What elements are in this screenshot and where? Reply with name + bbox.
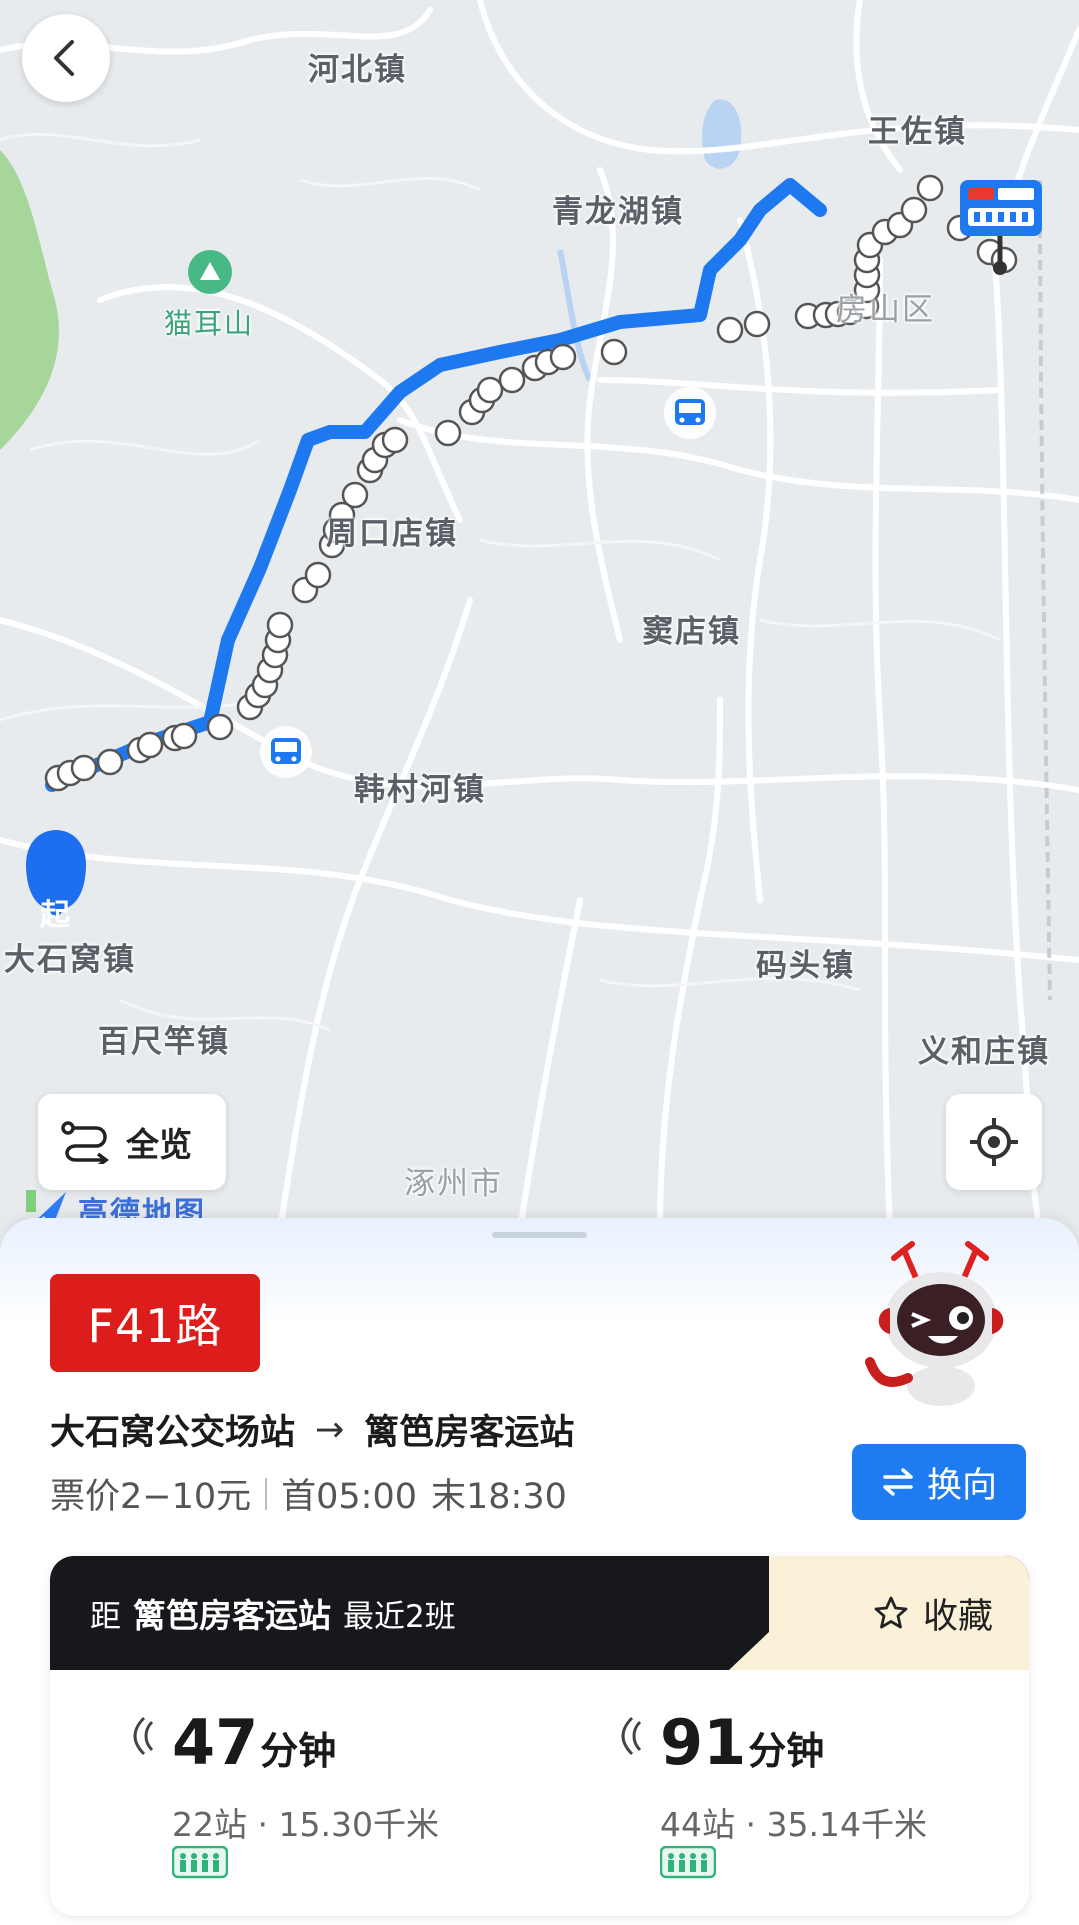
reverse-direction-button[interactable]: 换向 — [852, 1444, 1026, 1520]
place-label: 涿州市 — [404, 1166, 503, 1202]
realtime-signal-icon — [133, 1716, 154, 1756]
destination-station-icon — [960, 180, 1042, 275]
place-label: 大石窝镇 — [4, 942, 136, 978]
last-bus-time: 末18:30 — [431, 1477, 567, 1517]
locate-button[interactable] — [946, 1094, 1042, 1190]
arrival-meta: 22站 · 15.30千米 — [172, 1805, 439, 1844]
divider — [265, 1477, 268, 1510]
arrival-prefix: 距 — [90, 1598, 121, 1635]
place-label: 猫耳山 — [164, 307, 255, 340]
place-label: 义和庄镇 — [918, 1034, 1050, 1070]
place-label: 周口店镇 — [326, 516, 458, 552]
route-overview-icon — [61, 1121, 109, 1164]
star-icon — [874, 1596, 908, 1629]
place-label: 码头镇 — [756, 948, 855, 984]
bus-icon — [664, 387, 716, 439]
bus-icon — [260, 726, 312, 778]
arrival-minutes: 91 分钟 — [660, 1706, 825, 1779]
back-button[interactable] — [22, 14, 110, 102]
place-label: 韩村河镇 — [354, 772, 486, 808]
route-direction: 大石窝公交场站 → 篱笆房客运站 — [50, 1404, 574, 1455]
arrival-card-header: 距 篱笆房客运站 最近2班 收藏 — [50, 1556, 1029, 1670]
park-icon — [188, 250, 232, 294]
route-info: 票价2−10元 首05:00 末18:30 — [50, 1468, 567, 1519]
favorite-button[interactable]: 收藏 — [873, 1556, 993, 1670]
arrival-suffix: 最近2班 — [343, 1598, 456, 1635]
favorite-label: 收藏 — [922, 1596, 993, 1637]
destination-station: 篱笆房客运站 — [364, 1413, 575, 1453]
arrival-minutes: 47 分钟 — [172, 1706, 337, 1779]
panel-drag-handle[interactable] — [492, 1232, 587, 1238]
chevron-left-icon — [54, 40, 74, 76]
bus-crowding-icon — [172, 1846, 228, 1879]
bus-crowding-icon — [660, 1846, 716, 1879]
start-marker-label: 起 — [40, 898, 70, 933]
fare-text: 票价2−10元 — [50, 1477, 252, 1517]
route-detail-panel[interactable]: F41路 大石窝公交场站 → 篱笆房客运站 票价2−10元 首05:00 末18… — [0, 1218, 1079, 1925]
overview-button[interactable]: 全览 — [38, 1094, 226, 1190]
swap-arrows-icon — [883, 1468, 913, 1496]
arrival-header-text: 距 篱笆房客运站 最近2班 — [90, 1556, 456, 1670]
place-label: 王佐镇 — [868, 114, 967, 150]
mascot-robot-icon — [865, 1241, 1004, 1406]
place-label: 房山区 — [836, 292, 935, 328]
place-label: 青龙湖镇 — [552, 194, 684, 230]
route-number-badge: F41路 — [50, 1274, 260, 1372]
arrival-station: 篱笆房客运站 — [133, 1596, 331, 1635]
direction-arrow: → — [315, 1409, 345, 1450]
overview-label: 全览 — [126, 1125, 192, 1164]
place-label: 窦店镇 — [642, 614, 741, 650]
map-view[interactable]: 河北镇 王佐镇 青龙湖镇 猫耳山 房山区 周口店镇 窦店镇 韩村河镇 大石窝镇 … — [0, 0, 1079, 1230]
place-label: 河北镇 — [308, 52, 407, 88]
origin-station: 大石窝公交场站 — [50, 1413, 296, 1453]
arrival-meta: 44站 · 35.14千米 — [660, 1805, 927, 1844]
reverse-label: 换向 — [926, 1465, 997, 1506]
first-bus-time: 首05:00 — [281, 1477, 418, 1517]
place-label: 百尺竿镇 — [98, 1024, 230, 1060]
arrival-card: 距 篱笆房客运站 最近2班 收藏 47 分钟 22站 · 15.30千米 91 … — [50, 1556, 1029, 1916]
crosshair-icon — [970, 1118, 1018, 1166]
realtime-signal-icon — [621, 1716, 642, 1756]
